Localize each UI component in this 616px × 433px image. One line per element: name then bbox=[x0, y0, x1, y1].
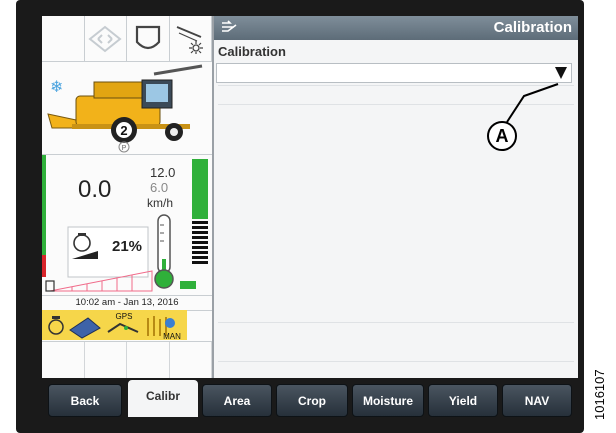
callout-leader-line bbox=[506, 83, 559, 123]
figure-number: 1016107 bbox=[592, 369, 607, 420]
callout-a: A bbox=[487, 121, 517, 151]
